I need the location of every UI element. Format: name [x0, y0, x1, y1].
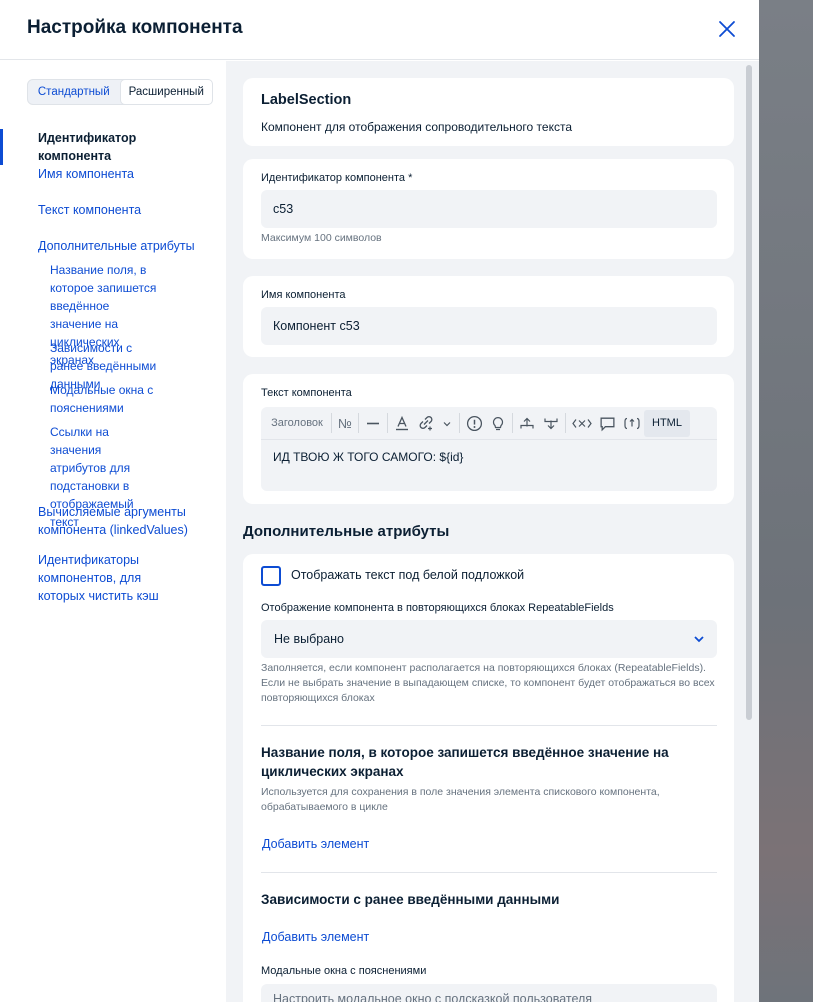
- repeatable-select-value: Не выбрано: [274, 632, 344, 646]
- close-icon[interactable]: [716, 18, 738, 40]
- white-backing-label[interactable]: Отображать текст под белой подложкой: [291, 568, 524, 582]
- chevron-down-icon: [694, 636, 704, 643]
- cyclic-field-title: Название поля, в которое запишется введё…: [261, 745, 669, 779]
- export-icon[interactable]: [623, 407, 641, 440]
- id-field-label: Идентификатор компонента *: [261, 172, 413, 184]
- repeatable-hint: Заполняется, если компонент располагаетс…: [261, 662, 715, 704]
- link-icon[interactable]: [417, 407, 435, 440]
- toolbar-divider: [565, 413, 566, 433]
- content-area: LabelSection Компонент для отображения с…: [226, 61, 759, 1002]
- comment-icon[interactable]: [599, 407, 616, 440]
- add-deps-element-link[interactable]: Добавить элемент: [262, 930, 369, 944]
- editor-toolbar: Заголовок № HTML: [261, 407, 717, 440]
- toolbar-divider: [512, 413, 513, 433]
- cyclic-field-hint: Используется для сохранения в поле значе…: [261, 786, 660, 813]
- text-card: Текст компонента Заголовок № HTML ИД ТВО…: [243, 374, 734, 504]
- extra-section-title: Дополнительные атрибуты: [243, 523, 450, 540]
- name-card: Имя компонента Компонент с53: [243, 276, 734, 357]
- editor-content[interactable]: ИД ТВОЮ Ж ТОГО САМОГО: ${id}: [261, 440, 717, 474]
- numbered-list-button[interactable]: №: [338, 407, 352, 440]
- component-description: Компонент для отображения сопроводительн…: [261, 120, 572, 134]
- lightbulb-icon[interactable]: [490, 407, 506, 440]
- insert-above-icon[interactable]: [519, 407, 535, 440]
- component-info-card: LabelSection Компонент для отображения с…: [243, 78, 734, 146]
- name-field[interactable]: Компонент с53: [261, 307, 717, 345]
- warning-icon[interactable]: [466, 407, 483, 440]
- rich-text-editor: Заголовок № HTML ИД ТВОЮ Ж ТОГО САМОГО: …: [261, 407, 717, 491]
- chevron-down-icon[interactable]: [441, 407, 453, 440]
- nav-item-id[interactable]: Идентификатор компонента: [0, 129, 226, 165]
- nav-item-name[interactable]: Имя компонента: [0, 165, 226, 183]
- panel-title: Настройка компонента: [27, 17, 243, 38]
- toolbar-divider: [459, 413, 460, 433]
- text-color-icon[interactable]: [394, 407, 410, 440]
- nav-sub-modals[interactable]: Модальные окна с пояснениями: [0, 381, 200, 417]
- nav-item-extra[interactable]: Дополнительные атрибуты: [0, 237, 226, 255]
- text-field-label: Текст компонента: [261, 387, 352, 399]
- toolbar-divider: [387, 413, 388, 433]
- id-card: Идентификатор компонента * c53 Максимум …: [243, 159, 734, 259]
- panel-header: Настройка компонента: [0, 0, 759, 60]
- id-field-hint: Максимум 100 символов: [261, 232, 382, 244]
- name-field-label: Имя компонента: [261, 289, 346, 301]
- settings-panel: Настройка компонента Стандартный Расшире…: [0, 0, 759, 1002]
- html-mode-button[interactable]: HTML: [644, 409, 690, 437]
- deps-title: Зависимости с ранее введёнными данными: [261, 892, 560, 907]
- add-cyclic-element-link[interactable]: Добавить элемент: [262, 837, 369, 851]
- content-scrollbar[interactable]: [746, 65, 752, 720]
- repeatable-select[interactable]: Не выбрано: [261, 620, 717, 658]
- modals-field[interactable]: Настроить модальное окно с подсказкой по…: [261, 984, 717, 1002]
- nav-item-linked-values[interactable]: Вычисляемые аргументы компонента (linked…: [0, 503, 210, 539]
- id-field[interactable]: c53: [261, 190, 717, 228]
- nav-item-cache[interactable]: Идентификаторы компонентов, для которых …: [0, 551, 200, 605]
- modals-label: Модальные окна с пояснениями: [261, 965, 427, 977]
- extra-card: Отображать текст под белой подложкой Ото…: [243, 554, 734, 1002]
- white-backing-checkbox[interactable]: [261, 566, 281, 586]
- toolbar-divider: [331, 413, 332, 433]
- insert-below-icon[interactable]: [543, 407, 559, 440]
- modal-backdrop[interactable]: [759, 0, 813, 1002]
- component-type: LabelSection: [261, 92, 352, 108]
- variable-icon[interactable]: [572, 407, 592, 440]
- nav-item-text[interactable]: Текст компонента: [0, 201, 226, 219]
- toolbar-divider: [358, 413, 359, 433]
- repeatable-label: Отображение компонента в повторяющихся б…: [261, 602, 614, 614]
- mode-toggle: Стандартный Расширенный: [27, 79, 213, 105]
- sidebar: Стандартный Расширенный Идентификатор ко…: [0, 61, 226, 1002]
- divider: [261, 725, 717, 726]
- mode-advanced-button[interactable]: Расширенный: [119, 79, 213, 105]
- horizontal-rule-icon[interactable]: [365, 407, 381, 440]
- mode-standard-button[interactable]: Стандартный: [28, 80, 120, 104]
- heading-button[interactable]: Заголовок: [269, 407, 325, 440]
- divider: [261, 872, 717, 873]
